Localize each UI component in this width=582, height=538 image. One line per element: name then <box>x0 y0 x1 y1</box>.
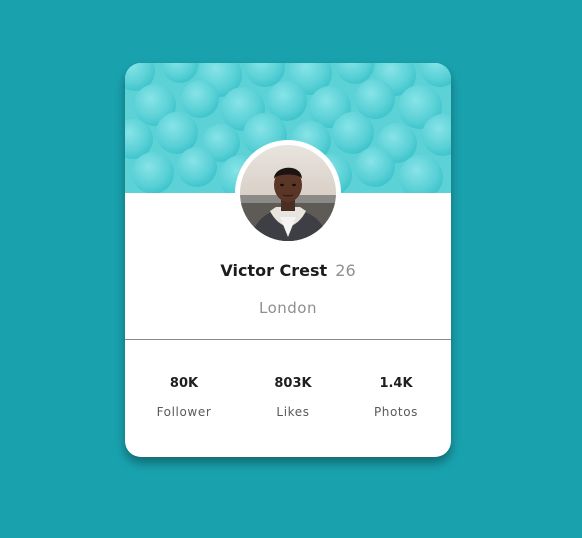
stat-value: 803K <box>274 376 312 391</box>
profile-card: Victor Crest 26 London 80K Follower 803K… <box>125 63 451 457</box>
stat-label: Follower <box>156 405 212 419</box>
profile-location: London <box>259 299 317 317</box>
stat-value: 1.4K <box>379 376 413 391</box>
profile-name: Victor Crest <box>220 261 328 280</box>
avatar-photo <box>240 145 336 241</box>
stat-photos: 1.4K Photos <box>351 375 441 419</box>
stat-label: Likes <box>276 405 310 419</box>
stat-value: 80K <box>169 376 199 391</box>
avatar <box>235 140 341 246</box>
stat-label: Photos <box>373 405 419 419</box>
stat-likes: 803K Likes <box>248 375 338 419</box>
profile-age: 26 <box>335 261 356 280</box>
stat-followers: 80K Follower <box>139 375 229 419</box>
name-row: Victor Crest 26 <box>125 260 451 282</box>
divider <box>125 339 451 340</box>
